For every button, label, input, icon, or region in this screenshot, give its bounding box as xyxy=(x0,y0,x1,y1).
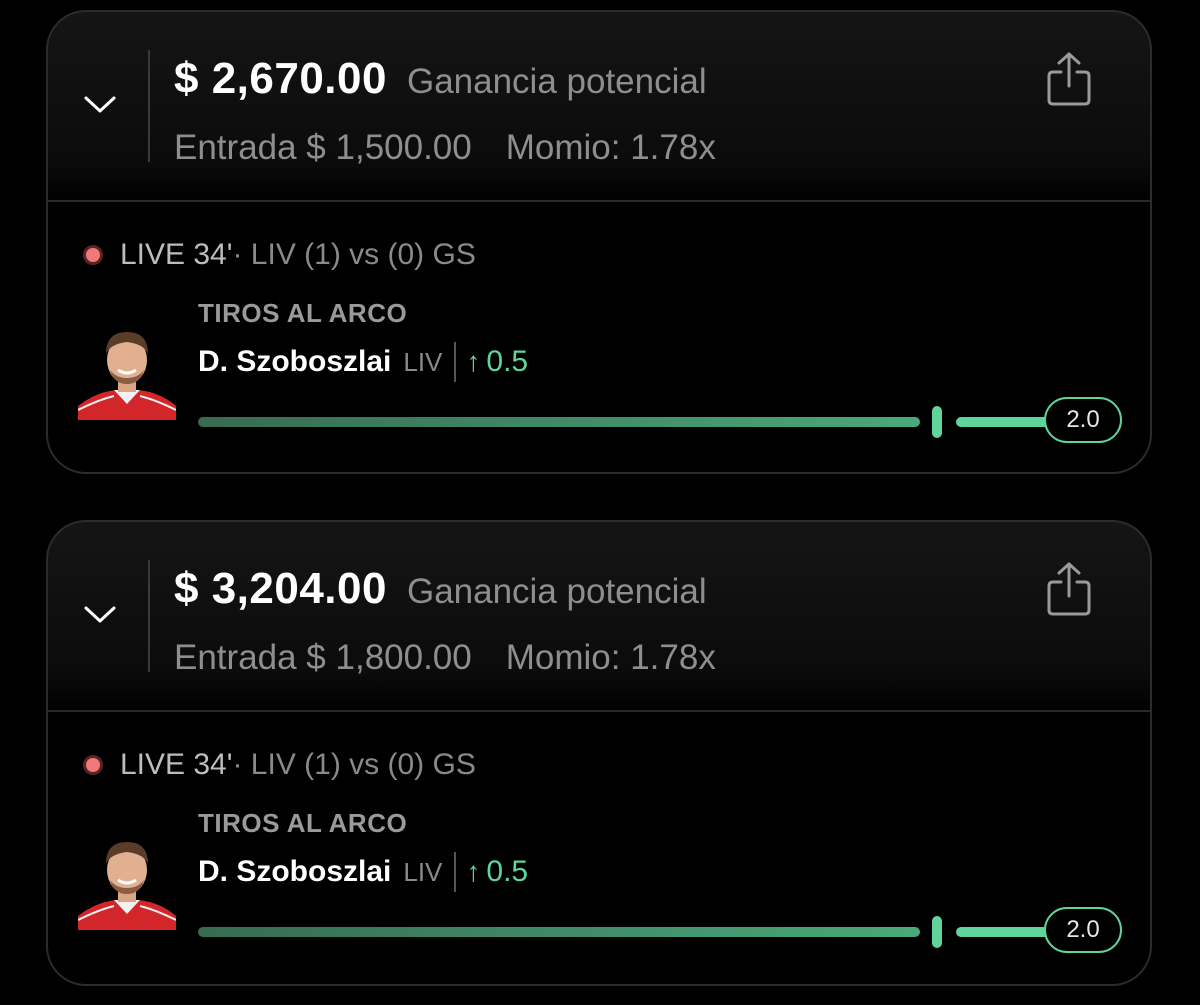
bet-meta: Entrada $ 1,800.00 Momio: 1.78x xyxy=(174,638,716,678)
bet-card: $ 3,204.00 Ganancia potencial Entrada $ … xyxy=(46,520,1152,986)
arrow-up-icon: ↑ xyxy=(466,856,481,887)
progress-track xyxy=(198,406,1052,438)
current-value-badge: 2.0 xyxy=(1044,397,1122,443)
chevron-down-icon[interactable] xyxy=(80,600,120,630)
match-score: · LIV (1) vs (0) GS xyxy=(232,748,476,781)
player-name: D. Szoboszlai xyxy=(198,345,392,378)
arrow-up-icon: ↑ xyxy=(466,346,481,377)
line-marker xyxy=(932,916,942,948)
potential-payout-amount: $ 2,670.00 xyxy=(174,54,387,103)
player-team: LIV xyxy=(403,856,443,887)
current-value-badge: 2.0 xyxy=(1044,907,1122,953)
player-team: LIV xyxy=(403,346,443,377)
potential-payout-label: Ganancia potencial xyxy=(406,62,707,101)
header-divider xyxy=(148,560,150,672)
odds-value: Momio: 1.78x xyxy=(505,128,716,167)
progress-fill-remaining xyxy=(956,417,1052,427)
card-divider xyxy=(48,200,1150,202)
chevron-down-icon[interactable] xyxy=(80,90,120,120)
bet-card-header[interactable]: $ 3,204.00 Ganancia potencial Entrada $ … xyxy=(48,522,1150,712)
live-status: LIVE 34' · LIV (1) vs (0) GS xyxy=(86,238,476,272)
share-icon[interactable] xyxy=(1044,50,1094,108)
odds-value: Momio: 1.78x xyxy=(505,638,716,677)
progress-fill xyxy=(198,927,920,937)
line-value: 0.5 xyxy=(486,345,529,378)
stat-type: TIROS AL ARCO xyxy=(198,298,408,328)
stat-type: TIROS AL ARCO xyxy=(198,808,408,838)
player-avatar xyxy=(77,832,177,930)
payout-row: $ 3,204.00 Ganancia potencial xyxy=(174,564,707,614)
share-icon[interactable] xyxy=(1044,560,1094,618)
potential-payout-amount: $ 3,204.00 xyxy=(174,564,387,613)
player-row: D. Szoboszlai LIV ↑ 0.5 xyxy=(198,852,528,892)
potential-payout-label: Ganancia potencial xyxy=(406,572,707,611)
bet-card-header[interactable]: $ 2,670.00 Ganancia potencial Entrada $ … xyxy=(48,12,1150,202)
player-row-separator xyxy=(454,852,457,892)
match-score: · LIV (1) vs (0) GS xyxy=(232,238,476,271)
progress-fill xyxy=(198,417,920,427)
bet-line: ↑ 0.5 xyxy=(466,345,528,379)
line-value: 0.5 xyxy=(486,855,529,888)
player-row: D. Szoboszlai LIV ↑ 0.5 xyxy=(198,342,528,382)
entry-amount: Entrada $ 1,500.00 xyxy=(174,128,472,167)
bet-meta: Entrada $ 1,500.00 Momio: 1.78x xyxy=(174,128,716,168)
progress-fill-remaining xyxy=(956,927,1052,937)
player-name: D. Szoboszlai xyxy=(198,855,392,888)
live-dot-icon xyxy=(86,758,100,772)
live-status: LIVE 34' · LIV (1) vs (0) GS xyxy=(86,748,476,782)
live-minute: LIVE 34' xyxy=(120,238,233,271)
player-row-separator xyxy=(454,342,457,382)
player-avatar xyxy=(77,322,177,420)
line-marker xyxy=(932,406,942,438)
bet-card: $ 2,670.00 Ganancia potencial Entrada $ … xyxy=(46,10,1152,474)
payout-row: $ 2,670.00 Ganancia potencial xyxy=(174,54,707,104)
progress-track xyxy=(198,916,1052,948)
card-divider xyxy=(48,710,1150,712)
live-dot-icon xyxy=(86,248,100,262)
entry-amount: Entrada $ 1,800.00 xyxy=(174,638,472,677)
live-minute: LIVE 34' xyxy=(120,748,233,781)
header-divider xyxy=(148,50,150,162)
bet-line: ↑ 0.5 xyxy=(466,855,528,889)
